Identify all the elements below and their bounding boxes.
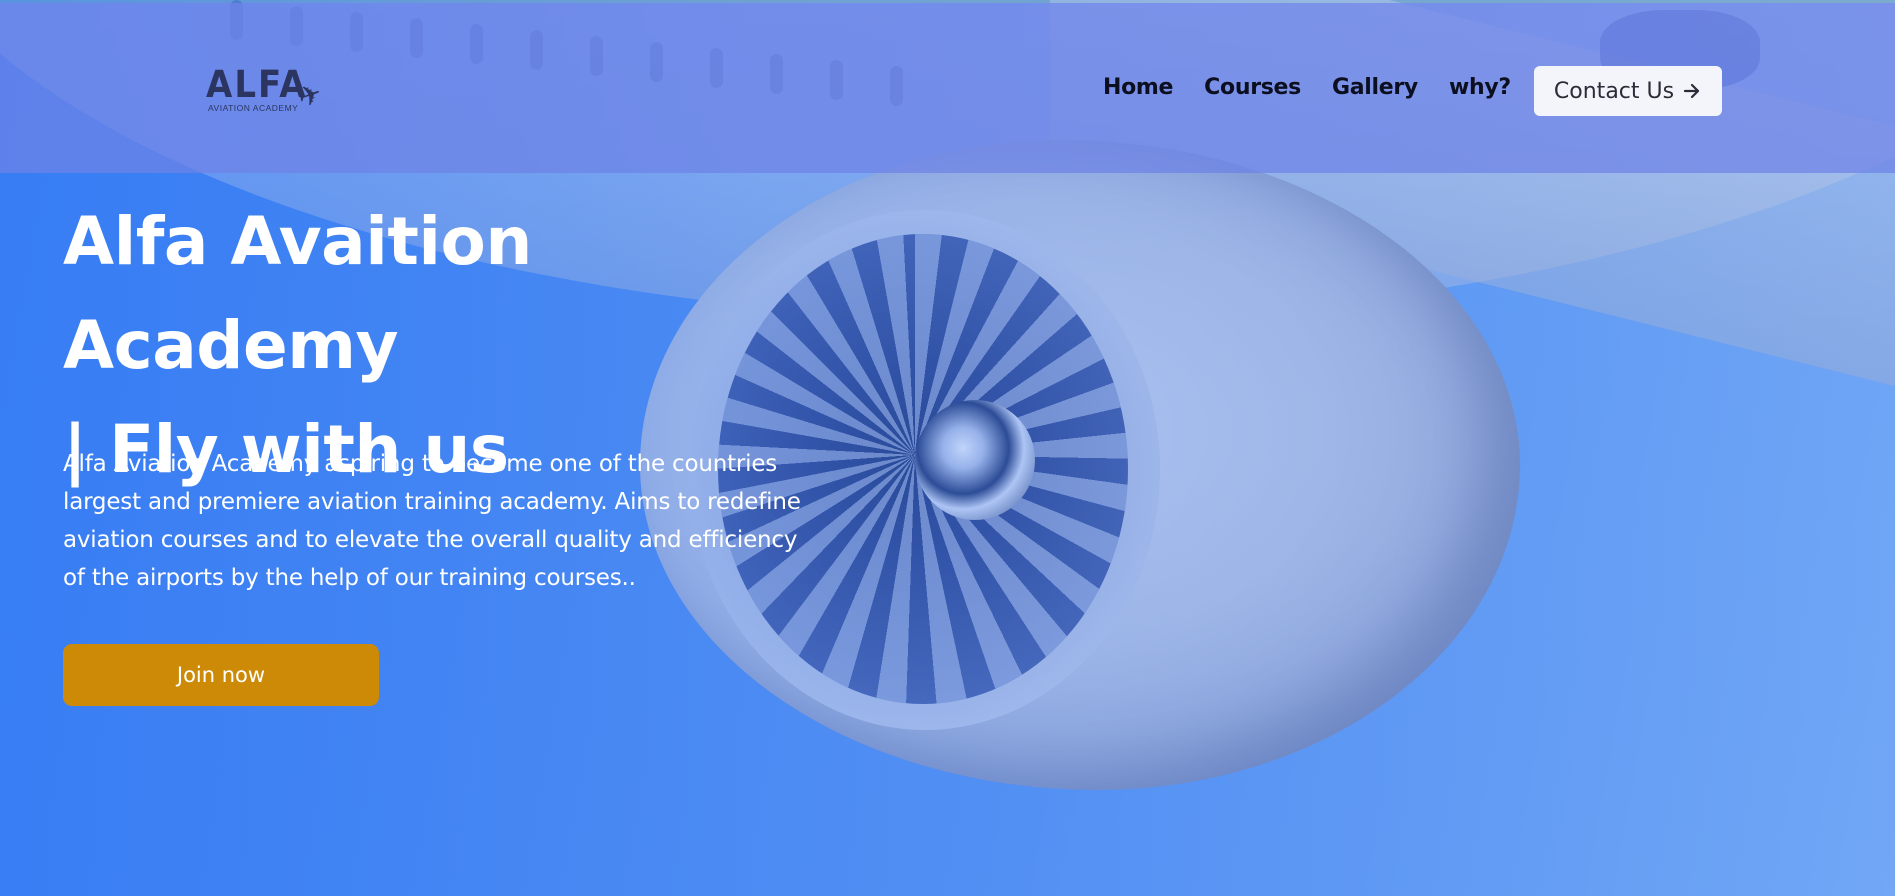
contact-us-label: Contact Us [1553,78,1675,104]
logo-title: ALFA [206,63,308,107]
join-now-button[interactable]: Join now [63,644,379,706]
hero-title-line1: Alfa Avaition Academy [63,203,532,384]
site-header: ALFA ✈ AVIATION ACADEMY Home Courses Gal… [0,3,1895,173]
site-logo[interactable]: ALFA ✈ AVIATION ACADEMY [206,63,336,125]
arrow-right-icon [1683,83,1700,99]
hero-description: Alfa Aviation Academy aspiring to become… [63,451,801,591]
main-nav: Home Courses Gallery why? [1103,75,1511,100]
logo-subtitle: AVIATION ACADEMY [208,103,299,113]
nav-item-gallery[interactable]: Gallery [1332,75,1418,100]
nav-item-home[interactable]: Home [1103,75,1173,100]
nav-item-why[interactable]: why? [1449,75,1511,100]
contact-us-button[interactable]: Contact Us [1534,66,1722,116]
nav-item-courses[interactable]: Courses [1204,75,1301,100]
